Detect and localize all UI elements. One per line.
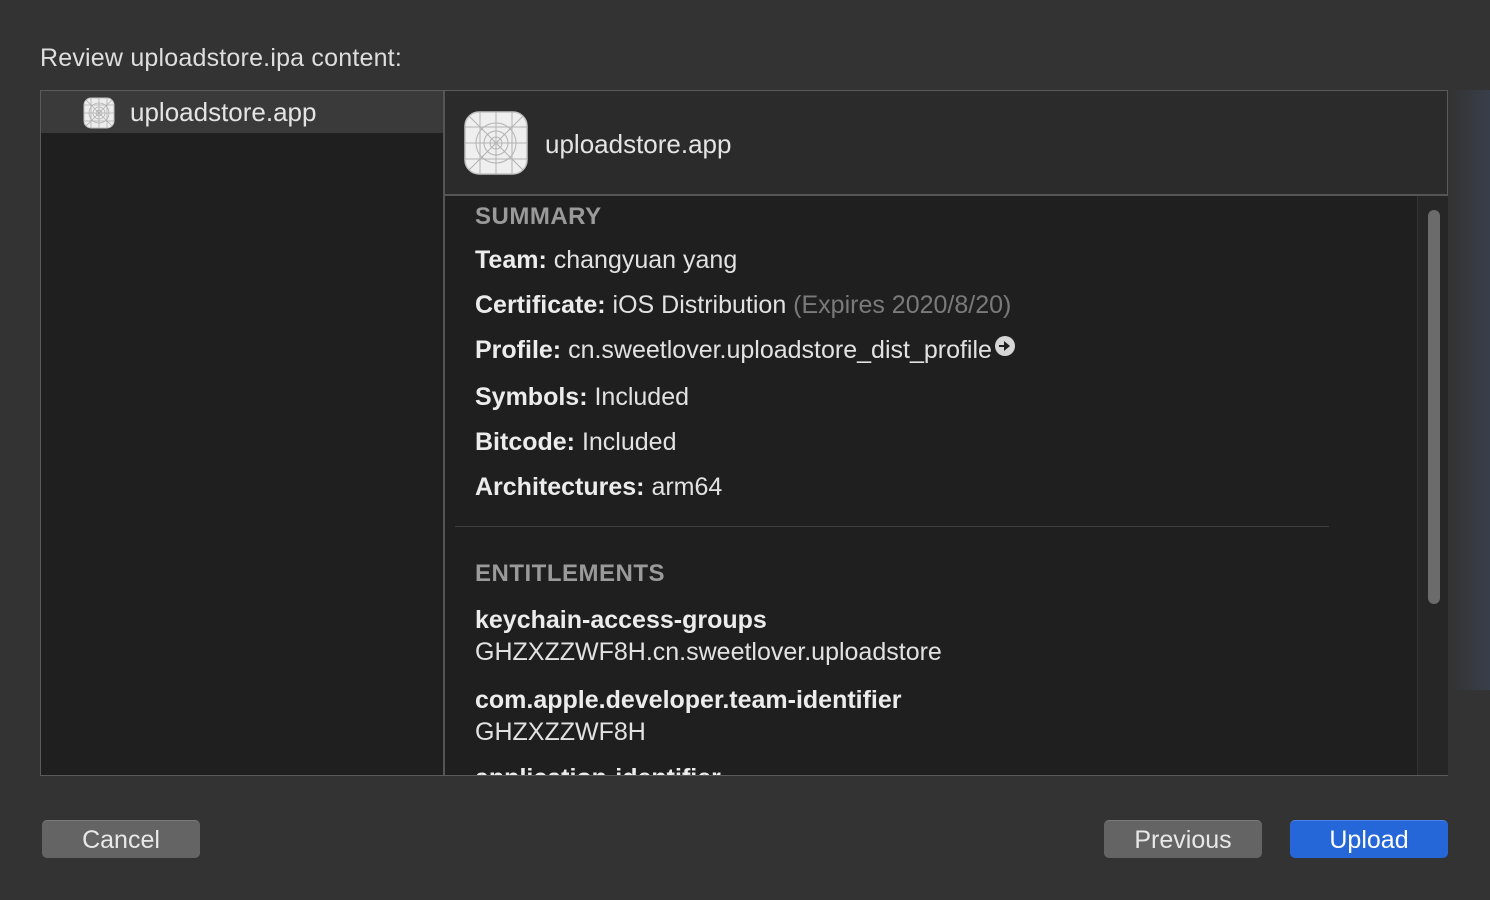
cancel-button[interactable]: Cancel bbox=[42, 820, 200, 858]
entitlement-key: com.apple.developer.team-identifier bbox=[475, 686, 902, 714]
scrollbar-thumb[interactable] bbox=[1428, 210, 1440, 604]
detail-header: uploadstore.app bbox=[445, 91, 1447, 196]
summary-section-title: SUMMARY bbox=[475, 203, 602, 230]
entitlements-section-title: ENTITLEMENTS bbox=[475, 560, 665, 587]
app-icon bbox=[83, 97, 115, 129]
app-icon bbox=[464, 111, 528, 175]
page-title: Review uploadstore.ipa content: bbox=[40, 44, 402, 72]
reveal-arrow-icon[interactable] bbox=[994, 336, 1015, 356]
certificate-label: Certificate: bbox=[475, 291, 606, 319]
architectures-label: Architectures: bbox=[475, 473, 645, 501]
entitlement-key: keychain-access-groups bbox=[475, 606, 767, 634]
previous-button[interactable]: Previous bbox=[1104, 820, 1262, 858]
content-panel: uploadstore.app uploadstore.app SUMMARY … bbox=[40, 90, 1448, 776]
window-edge-glow bbox=[1450, 90, 1490, 690]
vertical-scrollbar[interactable] bbox=[1417, 196, 1448, 775]
bitcode-label: Bitcode: bbox=[475, 428, 575, 456]
bitcode-value: Included bbox=[581, 428, 677, 456]
detail-pane: uploadstore.app SUMMARY Team: changyuan … bbox=[445, 91, 1448, 775]
certificate-row: Certificate: iOS Distribution (Expires 2… bbox=[475, 291, 1011, 320]
sidebar-item-label: uploadstore.app bbox=[130, 97, 317, 127]
profile-label: Profile: bbox=[475, 336, 562, 364]
entitlement-key: application-identifier bbox=[475, 764, 721, 775]
architectures-row: Architectures: arm64 bbox=[475, 473, 722, 502]
profile-row: Profile: cn.sweetlover.uploadstore_dist_… bbox=[475, 336, 1015, 365]
symbols-row: Symbols: Included bbox=[475, 383, 689, 412]
certificate-expiry: (Expires 2020/8/20) bbox=[793, 291, 1012, 319]
review-sheet: Review uploadstore.ipa content: uploadst… bbox=[0, 0, 1490, 900]
entitlement-value: GHZXZZWF8H.cn.sweetlover.uploadstore bbox=[475, 638, 942, 666]
app-title: uploadstore.app bbox=[545, 129, 732, 159]
certificate-value: iOS Distribution bbox=[612, 291, 787, 319]
profile-value: cn.sweetlover.uploadstore_dist_profile bbox=[568, 336, 992, 364]
team-label: Team: bbox=[475, 246, 547, 274]
upload-button[interactable]: Upload bbox=[1290, 820, 1448, 858]
team-value: changyuan yang bbox=[553, 246, 738, 274]
team-row: Team: changyuan yang bbox=[475, 246, 737, 275]
sidebar: uploadstore.app bbox=[41, 91, 445, 775]
symbols-value: Included bbox=[594, 383, 690, 411]
details-scroll-area[interactable]: SUMMARY Team: changyuan yang Certificate… bbox=[445, 196, 1417, 775]
symbols-label: Symbols: bbox=[475, 383, 588, 411]
section-divider bbox=[455, 526, 1329, 527]
bitcode-row: Bitcode: Included bbox=[475, 428, 676, 457]
sidebar-item-uploadstore-app[interactable]: uploadstore.app bbox=[41, 91, 443, 133]
entitlement-value: GHZXZZWF8H bbox=[475, 718, 646, 746]
architectures-value: arm64 bbox=[651, 473, 723, 501]
